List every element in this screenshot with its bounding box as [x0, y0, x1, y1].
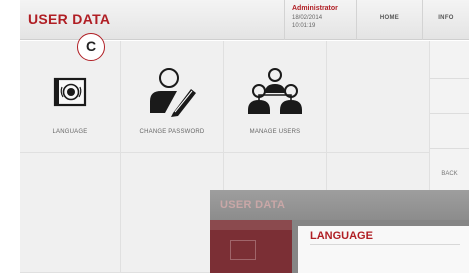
inset-panel-title: LANGUAGE — [310, 230, 373, 242]
home-button[interactable]: HOME — [356, 0, 422, 40]
users-group-icon — [248, 68, 302, 114]
callout-marker: C — [77, 33, 105, 61]
user-pencil-icon — [150, 68, 196, 117]
tile-language-label: LANGUAGE — [52, 129, 88, 135]
home-button-label: HOME — [379, 15, 400, 21]
tile-manage-users-label: MANAGE USERS — [249, 129, 301, 135]
side-button-2[interactable] — [430, 79, 469, 114]
user-info-block: Administrator 18/02/2014 10:01:19 — [284, 0, 356, 40]
inset-screenshot: USER DATA LANGUAGE — [210, 190, 469, 273]
current-date: 18/02/2014 — [292, 15, 323, 21]
tile-empty — [327, 41, 430, 153]
inset-panel-divider — [310, 244, 460, 245]
tile-manage-users[interactable]: MANAGE USERS — [224, 41, 327, 153]
side-button-3[interactable] — [430, 114, 469, 149]
tile-empty — [20, 153, 121, 273]
user-name: Administrator — [292, 5, 338, 12]
inset-title: USER DATA — [220, 199, 286, 211]
back-button-label: BACK — [441, 171, 458, 177]
current-time: 10:01:19 — [292, 23, 316, 29]
side-button-1[interactable] — [430, 41, 469, 79]
tile-change-password-label: CHANGE PASSWORD — [139, 129, 205, 135]
flag-icon — [53, 77, 87, 107]
inset-language-tile — [210, 220, 292, 273]
tile-language[interactable]: LANGUAGE — [20, 41, 121, 153]
inset-language-panel: LANGUAGE — [298, 226, 469, 273]
tile-change-password[interactable]: CHANGE PASSWORD — [121, 41, 224, 153]
inset-header: USER DATA — [210, 190, 469, 220]
page-title: USER DATA — [28, 11, 111, 27]
tile-empty — [121, 153, 224, 273]
info-button[interactable]: INFO — [422, 0, 469, 40]
inset-flag-icon — [230, 240, 256, 260]
info-button-label: INFO — [438, 15, 454, 21]
